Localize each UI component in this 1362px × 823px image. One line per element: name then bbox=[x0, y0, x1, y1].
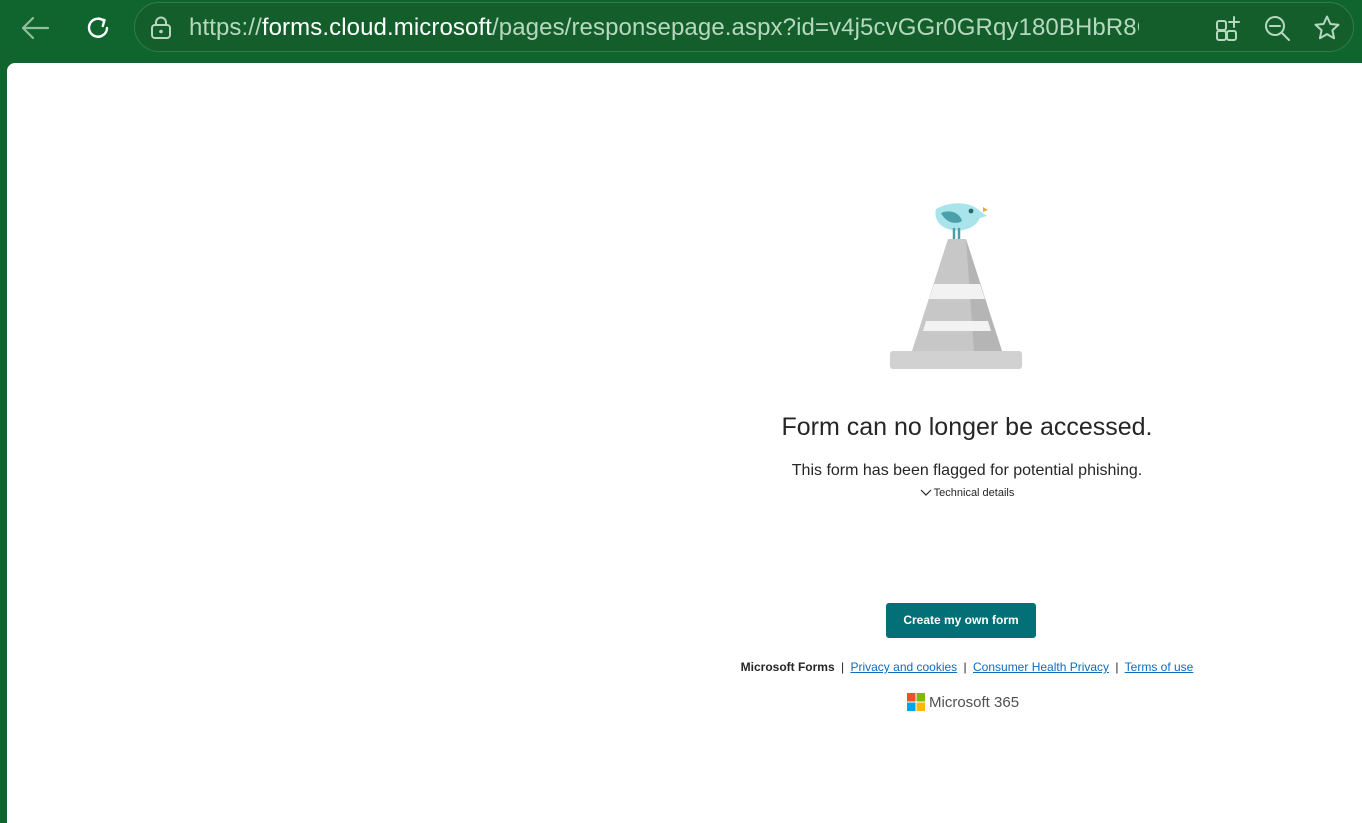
technical-details-label: Technical details bbox=[933, 487, 1015, 499]
privacy-cookies-link[interactable]: Privacy and cookies bbox=[850, 660, 957, 674]
bird-on-traffic-cone-illustration bbox=[890, 203, 1022, 369]
browser-toolbar: https://forms.cloud.microsoft/pages/resp… bbox=[0, 0, 1362, 58]
microsoft-logo-icon bbox=[907, 693, 925, 711]
consumer-health-privacy-link[interactable]: Consumer Health Privacy bbox=[973, 660, 1109, 674]
bird-icon bbox=[935, 203, 988, 241]
url-path: /pages/responsepage.aspx?id=v4j5cvGGr0GR… bbox=[492, 14, 1139, 41]
back-button[interactable] bbox=[15, 8, 55, 48]
url-host: forms.cloud.microsoft bbox=[261, 14, 493, 41]
chevron-down-icon bbox=[920, 489, 932, 496]
technical-details-toggle[interactable]: Technical details bbox=[727, 487, 1207, 499]
refresh-button[interactable] bbox=[78, 8, 118, 48]
url-text[interactable]: https://forms.cloud.microsoft/pages/resp… bbox=[189, 14, 1139, 42]
traffic-cone-icon bbox=[890, 239, 1022, 369]
footer-brand: Microsoft Forms bbox=[740, 660, 835, 674]
microsoft-365-label: Microsoft 365 bbox=[929, 693, 1020, 711]
terms-of-use-link[interactable]: Terms of use bbox=[1125, 660, 1194, 674]
favorite-star-icon[interactable] bbox=[1313, 14, 1341, 42]
footer-separator: | bbox=[841, 660, 845, 674]
footer-separator: | bbox=[1115, 660, 1119, 674]
error-message: This form has been flagged for potential… bbox=[791, 462, 1143, 479]
add-tab-icon[interactable] bbox=[1215, 14, 1243, 42]
back-arrow-icon bbox=[21, 16, 50, 40]
lock-icon[interactable] bbox=[149, 16, 173, 40]
create-form-button[interactable]: Create my own form bbox=[886, 603, 1036, 638]
address-bar[interactable]: https://forms.cloud.microsoft/pages/resp… bbox=[134, 2, 1354, 52]
zoom-out-icon[interactable] bbox=[1263, 14, 1291, 42]
footer-links: Microsoft Forms | Privacy and cookies | … bbox=[727, 660, 1207, 674]
page-title: Form can no longer be accessed. bbox=[781, 413, 1153, 441]
microsoft-365-logo: Microsoft 365 bbox=[907, 693, 1019, 711]
footer-separator: | bbox=[963, 660, 967, 674]
refresh-icon bbox=[87, 17, 109, 38]
page-content: Form can no longer be accessed. This for… bbox=[7, 63, 1362, 823]
error-panel: Form can no longer be accessed. This for… bbox=[727, 63, 1207, 823]
